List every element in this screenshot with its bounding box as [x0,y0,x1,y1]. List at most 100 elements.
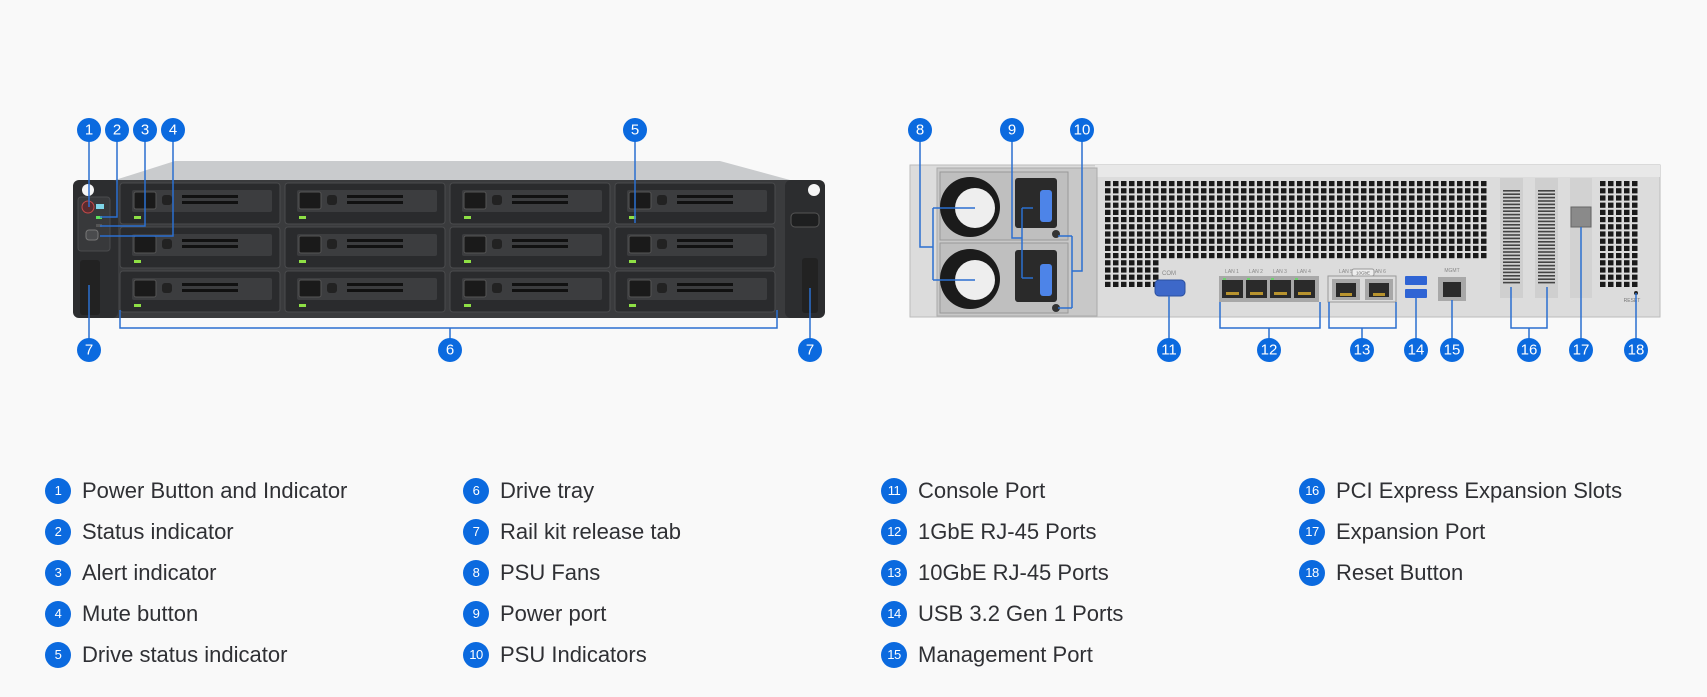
hardware-diagram: COM LAN 1 LAN 2 LAN 3 LAN 4 LAN 5 LAN 6 10GbE… [0,0,1707,420]
drive-status-led [299,216,306,219]
drive-tray [614,182,776,225]
tray-latch [628,235,652,254]
legend-item: 10 PSU Indicators [463,634,681,675]
legend-label: Drive tray [500,477,595,503]
legend-item: 7 Rail kit release tab [463,511,681,552]
legend-number-badge: 16 [1299,477,1325,504]
drive-tray [119,270,281,313]
svg-text:18: 18 [1628,342,1645,359]
legend-item: 13 10GbE RJ-45 Ports [881,552,1123,593]
tray-latch [628,279,652,298]
drive-status-led [299,304,306,307]
psu-latch [1040,190,1052,222]
svg-text:4: 4 [169,122,177,139]
legend-item: 11 Console Port [881,470,1123,511]
drive-status-led [134,260,141,263]
svg-text:12: 12 [1261,342,1278,359]
legend-number-badge: 17 [1299,518,1325,545]
power-led [96,204,104,209]
lan-10g-badge-label: 10GbE [1356,271,1370,276]
callout-18: 18 [1624,338,1648,362]
callout-17: 17 [1569,338,1593,362]
svg-text:17: 17 [1573,342,1590,359]
left-ear-hole [82,184,94,196]
legend-number-badge: 8 [463,559,489,586]
legend-label: Power Button and Indicator [82,477,348,503]
callout-1: 1 [77,118,101,142]
legend-number-badge: 2 [45,518,71,545]
legend-label: 1GbE RJ-45 Ports [918,518,1097,544]
legend-column-3: 11 Console Port 12 1GbE RJ-45 Ports 13 10Gb… [881,470,1123,675]
legend-item: 5 Drive status indicator [45,634,347,675]
legend-number-badge: 10 [463,641,489,668]
svg-text:2: 2 [113,122,121,139]
usb-port-1 [1405,276,1427,285]
legend-label: Console Port [918,477,1046,503]
lan-port-label: LAN 3 [1273,269,1287,275]
callout-8: 8 [908,118,932,142]
svg-text:6: 6 [446,342,454,359]
callout-3: 3 [133,118,157,142]
svg-text:3: 3 [141,122,149,139]
legend-label: PCI Express Expansion Slots [1336,477,1623,503]
legend-number-badge: 14 [881,600,907,627]
callout-15: 15 [1440,338,1464,362]
legend-number-badge: 7 [463,518,489,545]
legend-number-badge: 18 [1299,559,1325,586]
diagram-svg: COM LAN 1 LAN 2 LAN 3 LAN 4 LAN 5 LAN 610GbE… [73,118,1661,362]
model-badge [790,212,820,228]
right-ear-hole [808,184,820,196]
callout-7-right: 7 [798,338,822,362]
psu-1 [939,171,1069,241]
drive-status-led [134,304,141,307]
com-label: COM [1162,271,1176,277]
psu-indicator [1052,230,1060,238]
svg-text:9: 9 [1008,122,1016,139]
legend-label: Expansion Port [1336,518,1486,544]
tray-latch [628,191,652,210]
drive-tray [449,270,611,313]
svg-text:10: 10 [1074,122,1091,139]
svg-text:15: 15 [1444,342,1461,359]
legend: 1 Power Button and Indicator 2 Status indi… [0,470,1707,697]
legend-label: Power port [500,600,607,626]
tray-latch [298,235,322,254]
legend-item: 3 Alert indicator [45,552,347,593]
svg-text:8: 8 [916,122,924,139]
callout-14: 14 [1404,338,1428,362]
expansion-port [1570,206,1592,228]
legend-label: Drive status indicator [82,641,288,667]
svg-text:13: 13 [1354,342,1371,359]
usb-port-2 [1405,289,1427,298]
drive-status-led [464,304,471,307]
callout-2: 2 [105,118,129,142]
svg-text:5: 5 [631,122,639,139]
legend-number-badge: 9 [463,600,489,627]
tray-latch [133,279,157,298]
legend-item: 6 Drive tray [463,470,681,511]
svg-text:16: 16 [1521,342,1538,359]
legend-label: Mute button [82,600,199,626]
legend-item: 2 Status indicator [45,511,347,552]
rj45-port [1270,280,1291,298]
callout-10: 10 [1070,118,1094,142]
legend-item: 4 Mute button [45,593,347,634]
callout-13: 13 [1350,338,1374,362]
lan-port-label: LAN 5 [1339,269,1353,275]
drive-tray [119,182,281,225]
legend-label: Alert indicator [82,559,217,585]
drive-status-led [629,304,636,307]
svg-text:14: 14 [1408,342,1425,359]
drive-tray [449,182,611,225]
callout-9: 9 [1000,118,1024,142]
drive-tray [284,270,446,313]
legend-number-badge: 5 [45,641,71,668]
tray-latch [133,235,157,254]
tray-latch [463,191,487,210]
tray-latch [463,235,487,254]
svg-text:7: 7 [85,342,93,359]
drive-tray [284,226,446,269]
drive-tray [614,270,776,313]
drive-tray [284,182,446,225]
rj45-port [1222,280,1243,298]
